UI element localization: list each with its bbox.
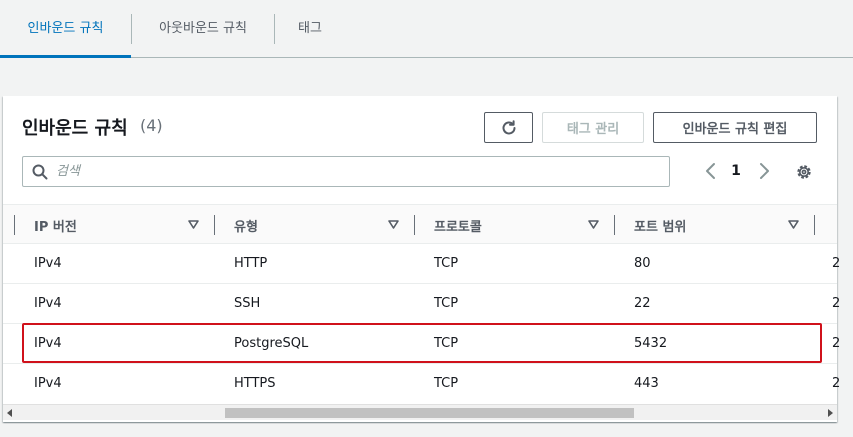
scroll-left-arrow-icon[interactable] bbox=[6, 409, 14, 417]
manage-tags-button[interactable]: 태그 관리 bbox=[542, 112, 644, 143]
scroll-right-arrow-icon[interactable] bbox=[826, 409, 834, 417]
horizontal-scrollbar[interactable] bbox=[3, 404, 837, 420]
gear-icon[interactable] bbox=[795, 163, 813, 181]
table-row[interactable]: IPv4 HTTP TCP 80 2 bbox=[3, 244, 841, 284]
refresh-icon bbox=[502, 119, 515, 134]
cell-protocol: TCP bbox=[434, 296, 459, 311]
cell-protocol: TCP bbox=[434, 336, 459, 351]
table-row[interactable]: IPv4 HTTPS TCP 443 2 bbox=[3, 364, 841, 404]
search-input[interactable] bbox=[56, 157, 656, 186]
cell-port-range: 5432 bbox=[634, 336, 668, 351]
cell-ip-version: IPv4 bbox=[34, 376, 62, 391]
column-separator bbox=[614, 215, 615, 235]
column-header-type[interactable]: 유형 bbox=[234, 216, 258, 235]
table-header: IP 버전 유형 프로토콜 포트 범위 bbox=[3, 204, 837, 244]
cell-port-range: 22 bbox=[634, 296, 651, 311]
tab-tags[interactable]: 태그 bbox=[275, 0, 345, 57]
cell-type: HTTP bbox=[234, 256, 268, 271]
column-separator bbox=[814, 215, 815, 235]
cell-type: HTTPS bbox=[234, 376, 276, 391]
column-separator bbox=[414, 215, 415, 235]
cell-ip-version: IPv4 bbox=[34, 256, 62, 271]
chevron-left-icon[interactable] bbox=[703, 162, 719, 180]
column-separator bbox=[214, 215, 215, 235]
panel-title: 인바운드 규칙 bbox=[22, 118, 128, 139]
tab-outbound-rules[interactable]: 아웃바운드 규칙 bbox=[132, 0, 274, 57]
refresh-button[interactable] bbox=[484, 112, 533, 143]
cell-protocol: TCP bbox=[434, 256, 459, 271]
cell-ip-version: IPv4 bbox=[34, 296, 62, 311]
search-box bbox=[22, 156, 670, 187]
tab-inbound-rules[interactable]: 인바운드 규칙 bbox=[0, 0, 131, 58]
cell-ip-version: IPv4 bbox=[34, 336, 62, 351]
column-header-protocol[interactable]: 프로토콜 bbox=[434, 216, 482, 235]
column-header-port-range[interactable]: 포트 범위 bbox=[634, 216, 686, 235]
sort-caret-icon[interactable] bbox=[788, 219, 799, 230]
cell-port-range: 80 bbox=[634, 256, 651, 271]
cell-protocol: TCP bbox=[434, 376, 459, 391]
sort-caret-icon[interactable] bbox=[588, 219, 599, 230]
rule-count: (4) bbox=[140, 116, 163, 135]
cell-port-range: 443 bbox=[634, 376, 659, 391]
page-number[interactable]: 1 bbox=[730, 163, 742, 179]
sort-caret-icon[interactable] bbox=[388, 219, 399, 230]
inbound-rules-panel: 인바운드 규칙 (4) 태그 관리 인바운드 규칙 편집 1 IP 버전 유형 bbox=[3, 96, 841, 422]
scrollbar-thumb[interactable] bbox=[225, 408, 634, 418]
table-row[interactable]: IPv4 PostgreSQL TCP 5432 2 bbox=[3, 324, 841, 364]
column-separator bbox=[14, 215, 15, 235]
column-header-ip-version[interactable]: IP 버전 bbox=[34, 216, 77, 235]
sort-caret-icon[interactable] bbox=[188, 219, 199, 230]
cell-type: PostgreSQL bbox=[234, 336, 309, 351]
search-icon bbox=[32, 164, 48, 180]
table-row[interactable]: IPv4 SSH TCP 22 2 bbox=[3, 284, 841, 324]
edit-inbound-rules-button[interactable]: 인바운드 규칙 편집 bbox=[653, 112, 817, 143]
cell-type: SSH bbox=[234, 296, 261, 311]
cell-next-column: 2 bbox=[832, 376, 841, 391]
tab-bar: 인바운드 규칙 아웃바운드 규칙 태그 bbox=[0, 0, 853, 58]
cell-next-column: 2 bbox=[832, 336, 841, 351]
cell-next-column: 2 bbox=[832, 256, 841, 271]
chevron-right-icon[interactable] bbox=[756, 162, 772, 180]
cell-next-column: 2 bbox=[832, 296, 841, 311]
